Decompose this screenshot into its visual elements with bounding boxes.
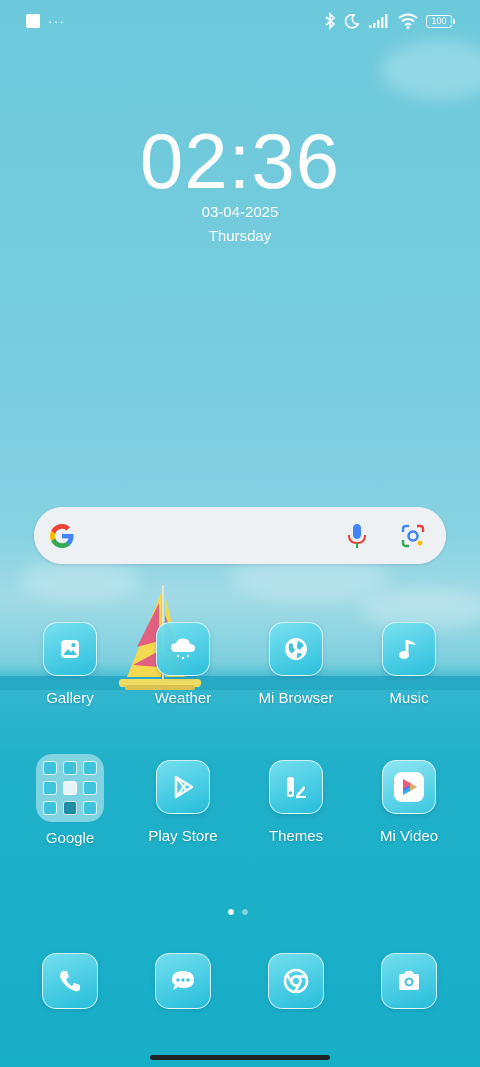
clock-time[interactable]: 02:36 — [0, 118, 480, 204]
weather-icon — [156, 622, 210, 676]
page-indicator — [228, 909, 248, 915]
folder-google[interactable]: Google — [20, 754, 120, 847]
bluetooth-icon — [325, 12, 336, 30]
signal-icon — [369, 14, 388, 28]
app-label: Weather — [154, 690, 212, 707]
dock-chrome[interactable] — [268, 953, 324, 1009]
messages-icon — [172, 971, 194, 990]
music-note-icon — [382, 622, 436, 676]
meet-icon — [83, 781, 97, 795]
dock-phone[interactable] — [42, 953, 98, 1009]
app-music[interactable]: Music — [359, 622, 459, 707]
dock-camera[interactable] — [381, 953, 437, 1009]
app-label: Gallery — [46, 690, 94, 707]
google-search-bar[interactable] — [34, 507, 446, 564]
app-label: Google — [45, 830, 95, 847]
maps-icon — [83, 761, 97, 775]
app-label: Mi Browser — [258, 690, 334, 707]
youtube-icon — [43, 801, 57, 815]
globe-icon — [269, 622, 323, 676]
app-label: Play Store — [148, 828, 218, 845]
google-logo — [50, 524, 74, 548]
app-label: Themes — [268, 828, 324, 845]
moon-icon — [344, 13, 360, 29]
more-notifications-indicator: ··· — [48, 13, 65, 29]
battery-icon: 100 — [426, 14, 455, 28]
page-dot-active — [228, 909, 234, 915]
drive-icon — [43, 781, 57, 795]
home-indicator[interactable] — [150, 1055, 330, 1060]
play-store-icon — [156, 760, 210, 814]
app-mi-browser[interactable]: Mi Browser — [246, 622, 346, 707]
folder-icon — [36, 754, 104, 822]
camera-icon — [399, 971, 419, 990]
youtube-music-icon — [63, 801, 77, 815]
app-weather[interactable]: Weather — [133, 622, 233, 707]
video-play-icon — [382, 760, 436, 814]
lens-icon[interactable] — [400, 523, 426, 549]
app-gallery[interactable]: Gallery — [20, 622, 120, 707]
wifi-icon — [398, 13, 418, 29]
app-themes[interactable]: Themes — [246, 760, 346, 845]
google-app-icon — [43, 761, 57, 775]
app-mi-video[interactable]: Mi Video — [359, 760, 459, 845]
assistant-icon — [83, 801, 97, 815]
mic-icon[interactable] — [344, 522, 370, 550]
phone-icon — [60, 971, 80, 992]
photos-icon — [63, 781, 77, 795]
notification-icon — [26, 14, 40, 28]
app-play-store[interactable]: Play Store — [133, 760, 233, 845]
app-label: Music — [389, 690, 429, 707]
app-label: Mi Video — [379, 828, 439, 845]
page-dot — [242, 909, 248, 915]
clock-date: 03-04-2025 — [201, 204, 279, 221]
status-bar: ··· 100 — [0, 10, 480, 36]
dock-messages[interactable] — [155, 953, 211, 1009]
chrome-icon — [283, 968, 309, 994]
gmail-icon — [63, 761, 77, 775]
battery-level: 100 — [431, 15, 447, 26]
themes-icon — [269, 760, 323, 814]
clock-day: Thursday — [208, 228, 272, 245]
gallery-icon — [43, 622, 97, 676]
